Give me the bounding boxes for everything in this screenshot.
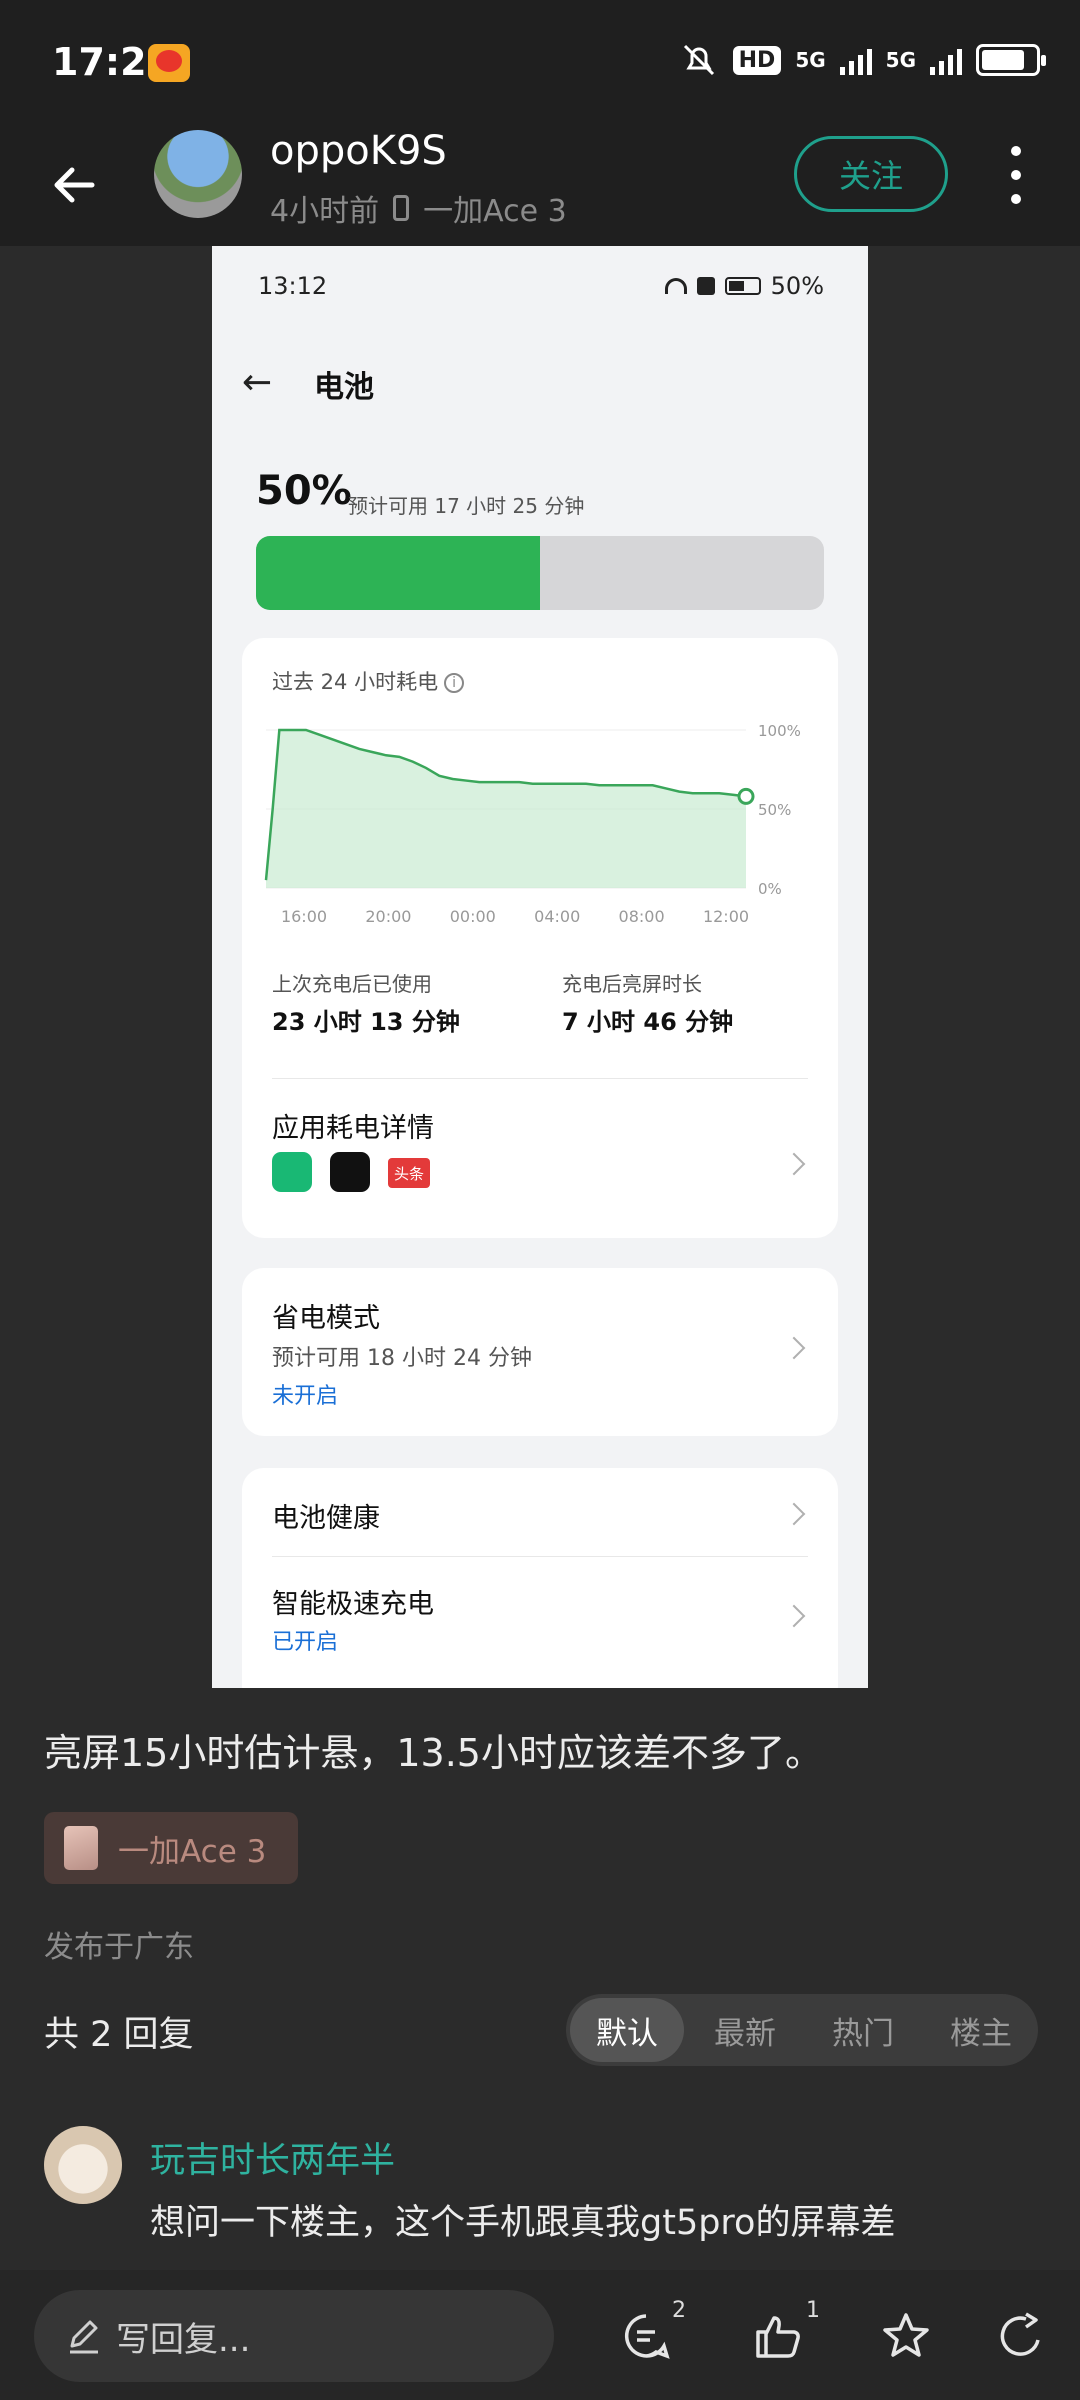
reply-input[interactable]: 写回复... bbox=[34, 2290, 554, 2382]
chart-area bbox=[266, 730, 746, 888]
net-label-1: 5G bbox=[795, 48, 826, 72]
battery-icon bbox=[724, 277, 761, 295]
back-arrow-icon[interactable] bbox=[44, 150, 114, 220]
device-tag[interactable]: 一加Ace 3 bbox=[44, 1812, 298, 1884]
used-label: 上次充电后已使用 bbox=[272, 972, 432, 996]
usage-chart: 100% 50% 0% 16:00 20:00 00:00 04:00 08:00 12:00 bbox=[264, 722, 801, 926]
comment-avatar[interactable] bbox=[44, 2126, 122, 2204]
post-location: 发布于广东 bbox=[44, 1930, 194, 1965]
mute-bell-icon bbox=[683, 44, 714, 76]
screen-value: 7 小时 46 分钟 bbox=[562, 1008, 734, 1036]
battery-settings-card: 电池健康 智能极速充电 已开启 bbox=[242, 1468, 838, 1688]
comment-count: 2 bbox=[672, 2298, 686, 2323]
device-label: 一加Ace 3 bbox=[423, 194, 567, 229]
net-label-2: 5G bbox=[885, 48, 916, 72]
sort-tab-latest[interactable]: 最新 bbox=[688, 1998, 802, 2062]
bottom-action-bar: 写回复... 2 1 bbox=[0, 2270, 1080, 2400]
tiktok-app-icon bbox=[330, 1152, 370, 1192]
star-icon[interactable] bbox=[880, 2310, 932, 2362]
chart-x-tick: 20:00 bbox=[365, 907, 411, 926]
shot-status-battery: 50% bbox=[770, 272, 824, 300]
hd-badge: HD bbox=[732, 45, 782, 75]
pen-icon bbox=[70, 2320, 98, 2354]
signal-icon-1 bbox=[839, 45, 872, 75]
sort-tab-op[interactable]: 楼主 bbox=[924, 1998, 1038, 2062]
more-icon[interactable] bbox=[996, 146, 1036, 206]
battery-health-title: 电池健康 bbox=[272, 1503, 380, 1534]
sort-tab-hot[interactable]: 热门 bbox=[806, 1998, 920, 2062]
time-ago: 4小时前 bbox=[270, 194, 380, 229]
username[interactable]: oppoK9S bbox=[270, 128, 447, 174]
chart-x-tick: 04:00 bbox=[534, 907, 580, 926]
device-tag-label: 一加Ace 3 bbox=[118, 1833, 267, 1870]
reply-count: 共 2 回复 bbox=[44, 2015, 194, 2055]
battery-estimate: 预计可用 17 小时 25 分钟 bbox=[348, 494, 585, 518]
power-save-title: 省电模式 bbox=[272, 1303, 380, 1334]
chart-y-tick: 0% bbox=[758, 880, 782, 898]
back-arrow-icon: ← bbox=[242, 362, 273, 403]
screen-label: 充电后亮屏时长 bbox=[562, 972, 702, 996]
post-text: 亮屏15小时估计悬，13.5小时应该差不多了。 bbox=[44, 1731, 823, 1775]
chart-x-tick: 12:00 bbox=[703, 907, 749, 926]
usage-card: 过去 24 小时耗电 i 100% 50% 0% 16:00 20:00 00:00 04:0… bbox=[242, 638, 838, 1238]
usage-title: 过去 24 小时耗电 bbox=[272, 670, 439, 694]
chart-x-tick: 08:00 bbox=[619, 907, 665, 926]
device-thumbnail bbox=[64, 1826, 98, 1870]
shot-status-indicators: 50% bbox=[664, 272, 824, 300]
used-value: 23 小时 13 分钟 bbox=[272, 1008, 460, 1036]
share-icon[interactable] bbox=[996, 2310, 1048, 2362]
chart-current-point bbox=[737, 787, 755, 805]
phone-icon bbox=[393, 195, 410, 221]
comment-icon[interactable] bbox=[620, 2310, 672, 2362]
power-save-card: 省电模式 预计可用 18 小时 24 分钟 未开启 bbox=[242, 1268, 838, 1436]
comment-text: 想问一下楼主，这个手机跟真我gt5pro的屏幕差 bbox=[150, 2203, 896, 2243]
weibo-notification-icon bbox=[148, 44, 190, 82]
chart-y-tick: 50% bbox=[758, 801, 791, 819]
sort-tabs: 默认 最新 热门 楼主 bbox=[566, 1994, 1038, 2066]
post-meta: 4小时前 一加Ace 3 bbox=[270, 186, 567, 230]
comment-username[interactable]: 玩吉时长两年半 bbox=[150, 2132, 395, 2183]
power-save-estimate: 预计可用 18 小时 24 分钟 bbox=[272, 1346, 532, 1371]
fast-charge-title: 智能极速充电 bbox=[272, 1589, 434, 1620]
chart-x-tick: 00:00 bbox=[450, 907, 496, 926]
app-icon-1 bbox=[272, 1152, 312, 1192]
chart-x-tick: 16:00 bbox=[281, 907, 327, 926]
attached-screenshot[interactable]: 13:12 50% ← 电池 50% 预计可用 17 小时 25 分钟 过去 2… bbox=[212, 246, 868, 1688]
avatar[interactable] bbox=[154, 130, 242, 218]
shot-status-time: 13:12 bbox=[258, 272, 328, 300]
status-bar: 17:26 HD 5G 5G bbox=[0, 0, 1080, 128]
chevron-right-icon bbox=[782, 1152, 806, 1176]
battery-percent: 50% bbox=[256, 468, 352, 514]
usage-title-row: 过去 24 小时耗电 i bbox=[272, 666, 465, 696]
battery-icon bbox=[976, 44, 1046, 76]
status-indicators: HD 5G 5G bbox=[679, 40, 1046, 80]
like-count: 1 bbox=[806, 2298, 820, 2323]
chart-y-tick: 100% bbox=[758, 722, 801, 740]
wifi-icon bbox=[664, 278, 687, 294]
info-icon: i bbox=[444, 673, 465, 693]
fast-charge-status: 已开启 bbox=[272, 1630, 339, 1655]
power-save-status: 未开启 bbox=[272, 1384, 339, 1409]
shot-page-title: 电池 bbox=[314, 370, 374, 405]
chevron-right-icon bbox=[782, 1502, 806, 1526]
chevron-right-icon bbox=[782, 1336, 806, 1360]
sort-tab-default[interactable]: 默认 bbox=[570, 1998, 684, 2062]
thumbs-up-icon[interactable] bbox=[752, 2310, 804, 2362]
post-header: oppoK9S 4小时前 一加Ace 3 关注 bbox=[0, 128, 1080, 246]
follow-button[interactable]: 关注 bbox=[794, 136, 948, 212]
reply-placeholder: 写回复... bbox=[116, 2319, 251, 2360]
app-usage-label: 应用耗电详情 bbox=[272, 1113, 434, 1144]
chevron-right-icon bbox=[782, 1604, 806, 1628]
signal-icon-2 bbox=[930, 45, 962, 75]
battery-level-bar bbox=[256, 536, 824, 610]
toutiao-app-icon: 头条 bbox=[388, 1158, 430, 1188]
sim-icon bbox=[696, 277, 715, 295]
